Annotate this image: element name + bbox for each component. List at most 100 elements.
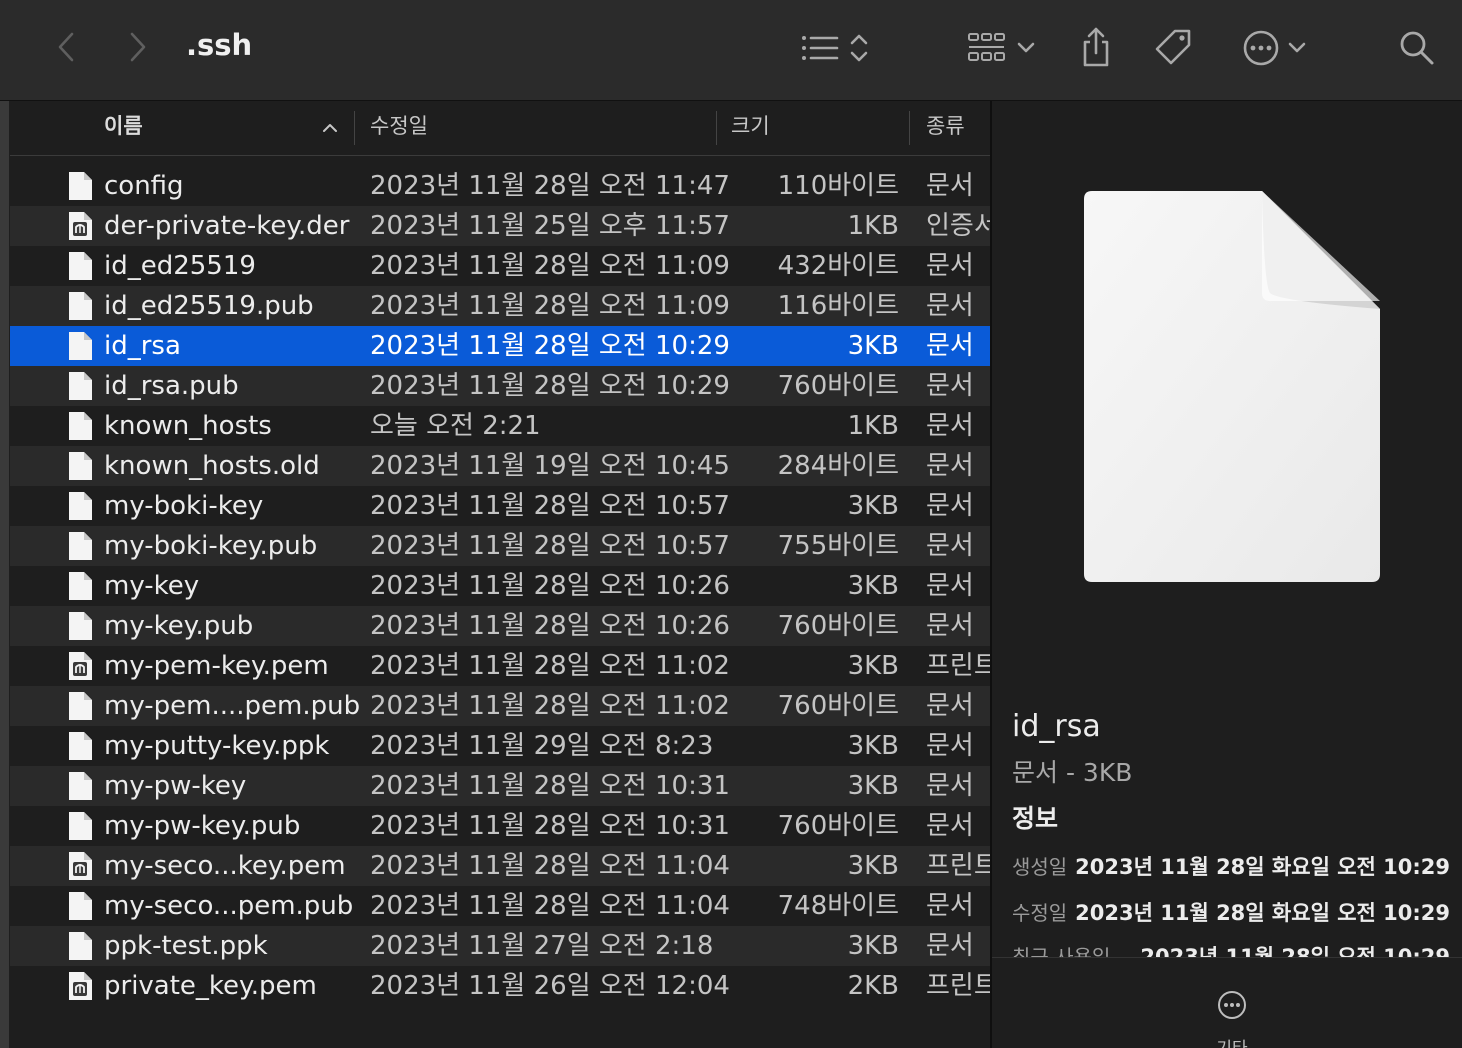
file-size: 116바이트	[777, 291, 899, 321]
file-modified: 2023년 11월 28일 오전 10:31	[370, 771, 730, 801]
more-label[interactable]: 기타	[992, 1034, 1462, 1048]
file-kind: 문서	[926, 331, 974, 361]
back-button[interactable]	[48, 28, 84, 66]
chevron-left-icon	[58, 32, 74, 62]
table-row[interactable]: known_hosts.old 2023년 11월 19일 오전 10:45 284…	[10, 446, 990, 486]
file-name: known_hosts.old	[104, 451, 320, 481]
file-size: 3KB	[847, 571, 899, 601]
table-row[interactable]: my-boki-key.pub 2023년 11월 28일 오전 10:57 755…	[10, 526, 990, 566]
table-row[interactable]: id_ed25519 2023년 11월 28일 오전 11:09 432바이트 문서	[10, 246, 990, 286]
table-row[interactable]: my-pw-key.pub 2023년 11월 28일 오전 10:31 760바이…	[10, 806, 990, 846]
table-row[interactable]: my-pem-key.pem 2023년 11월 28일 오전 11:02 3KB 프…	[10, 646, 990, 686]
table-row[interactable]: my-seco...pem.pub 2023년 11월 28일 오전 11:04 7…	[10, 886, 990, 926]
file-name: my-pw-key.pub	[104, 811, 301, 841]
file-modified: 2023년 11월 28일 오전 10:26	[370, 571, 730, 601]
window-title: .ssh	[186, 28, 253, 62]
file-modified: 2023년 11월 28일 오전 10:31	[370, 811, 730, 841]
file-kind: 문서	[926, 891, 974, 921]
ellipsis-circle-icon	[1243, 30, 1279, 66]
file-size: 3KB	[847, 651, 899, 681]
file-size: 1KB	[847, 211, 899, 241]
toolbar: .ssh	[0, 0, 1462, 101]
file-kind: 문서	[926, 611, 974, 641]
file-kind: 문서	[926, 491, 974, 521]
file-modified: 2023년 11월 28일 오전 11:09	[370, 251, 730, 281]
tag-button[interactable]	[1150, 24, 1196, 70]
file-name: id_ed25519	[104, 251, 256, 281]
table-row[interactable]: my-seco...key.pem 2023년 11월 28일 오전 11:04 3…	[10, 846, 990, 886]
file-name: my-seco...key.pem	[104, 851, 346, 881]
file-name: private_key.pem	[104, 971, 317, 1001]
file-name: config	[104, 171, 184, 201]
file-modified: 2023년 11월 19일 오전 10:45	[370, 451, 730, 481]
table-row[interactable]: id_rsa 2023년 11월 28일 오전 10:29 3KB 문서	[10, 326, 990, 366]
file-modified: 2023년 11월 28일 오전 11:47	[370, 171, 730, 201]
search-button[interactable]	[1396, 26, 1438, 70]
column-separator[interactable]	[716, 111, 717, 145]
file-modified: 2023년 11월 28일 오전 10:26	[370, 611, 730, 641]
certificate-icon	[67, 211, 93, 245]
column-size-header[interactable]: 크기	[731, 101, 770, 155]
file-modified: 2023년 11월 28일 오전 10:57	[370, 491, 730, 521]
table-row[interactable]: my-pem....pem.pub 2023년 11월 28일 오전 11:02 7…	[10, 686, 990, 726]
document-icon	[67, 571, 93, 605]
column-modified-header[interactable]: 수정일	[370, 101, 428, 155]
tag-icon	[1155, 29, 1191, 65]
file-size: 1KB	[847, 411, 899, 441]
column-separator[interactable]	[354, 111, 355, 145]
document-icon	[67, 171, 93, 205]
table-row[interactable]: known_hosts 오늘 오전 2:21 1KB 문서	[10, 406, 990, 446]
group-button[interactable]	[962, 28, 1040, 68]
chevron-right-icon	[130, 32, 146, 62]
table-row[interactable]: my-pw-key 2023년 11월 28일 오전 10:31 3KB 문서	[10, 766, 990, 806]
file-size: 110바이트	[777, 171, 899, 201]
view-options-button[interactable]	[795, 28, 875, 68]
file-size: 748바이트	[777, 891, 899, 921]
table-row[interactable]: id_ed25519.pub 2023년 11월 28일 오전 11:09 116바…	[10, 286, 990, 326]
table-row[interactable]: ppk-test.ppk 2023년 11월 27일 오전 2:18 3KB 문서	[10, 926, 990, 966]
table-row[interactable]: private_key.pem 2023년 11월 26일 오전 12:04 2KB…	[10, 966, 990, 1006]
file-kind: 문서	[926, 731, 974, 761]
table-row[interactable]: my-key 2023년 11월 28일 오전 10:26 3KB 문서	[10, 566, 990, 606]
table-row[interactable]: my-putty-key.ppk 2023년 11월 29일 오전 8:23 3KB…	[10, 726, 990, 766]
table-row[interactable]: my-key.pub 2023년 11월 28일 오전 10:26 760바이트 문서	[10, 606, 990, 646]
file-name: my-pem-key.pem	[104, 651, 329, 681]
window-left-edge	[0, 0, 9, 1048]
file-kind: 문서	[926, 771, 974, 801]
ellipsis-circle-icon[interactable]	[1217, 990, 1247, 1020]
document-icon	[67, 811, 93, 845]
file-size: 284바이트	[777, 451, 899, 481]
file-name: known_hosts	[104, 411, 272, 441]
share-icon	[1083, 27, 1109, 67]
table-row[interactable]: config 2023년 11월 28일 오전 11:47 110바이트 문서	[10, 166, 990, 206]
search-icon	[1400, 31, 1434, 65]
file-kind: 문서	[926, 451, 974, 481]
table-row[interactable]: der-private-key.der 2023년 11월 25일 오후 11:5…	[10, 206, 990, 246]
document-icon	[67, 891, 93, 925]
forward-button[interactable]	[120, 28, 156, 66]
file-kind: 문서	[926, 291, 974, 321]
column-name-header[interactable]: 이름	[104, 101, 143, 155]
column-header: 이름 수정일 크기 종류	[10, 101, 990, 156]
file-size: 755바이트	[777, 531, 899, 561]
file-name: id_rsa	[104, 331, 181, 361]
file-modified: 2023년 11월 29일 오전 8:23	[370, 731, 714, 761]
file-size: 3KB	[847, 731, 899, 761]
sort-ascending-icon[interactable]	[322, 123, 338, 133]
preview-file-subtitle: 문서 - 3KB	[1012, 758, 1133, 787]
table-row[interactable]: my-boki-key 2023년 11월 28일 오전 10:57 3KB 문서	[10, 486, 990, 526]
table-row[interactable]: id_rsa.pub 2023년 11월 28일 오전 10:29 760바이트 문서	[10, 366, 990, 406]
document-icon	[67, 411, 93, 445]
file-name: my-pw-key	[104, 771, 247, 801]
file-kind: 문서	[926, 411, 974, 441]
file-modified: 2023년 11월 26일 오전 12:04	[370, 971, 730, 1001]
file-name: my-boki-key	[104, 491, 264, 521]
column-separator[interactable]	[909, 111, 910, 145]
file-name: der-private-key.der	[104, 211, 350, 241]
document-icon	[67, 931, 93, 965]
more-actions-button[interactable]	[1236, 26, 1312, 70]
column-kind-header[interactable]: 종류	[926, 101, 965, 155]
file-modified: 2023년 11월 28일 오전 11:02	[370, 691, 730, 721]
share-button[interactable]	[1076, 24, 1116, 70]
file-modified: 2023년 11월 28일 오전 10:29	[370, 331, 730, 361]
